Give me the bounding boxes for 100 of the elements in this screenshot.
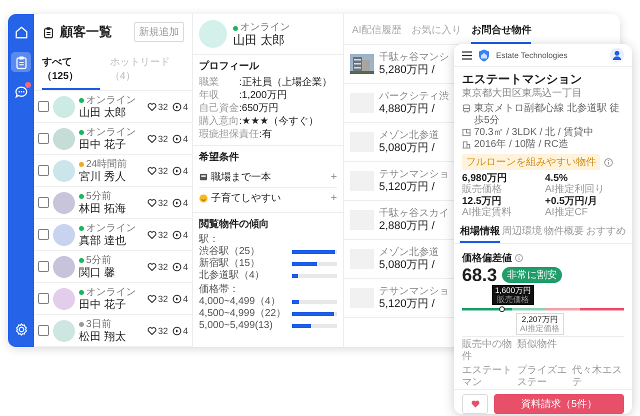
status-text: オンライン [86,94,136,106]
message-count: 4 [182,230,188,240]
info-icon[interactable] [604,158,613,166]
column-header: 類似物件 [517,339,558,352]
add-icon[interactable]: + [330,192,337,204]
message-count: 4 [182,134,188,144]
tab[interactable]: すべて（125） [42,50,100,90]
checkbox[interactable] [38,197,49,208]
table-cell-text: プライズエステー [517,365,568,389]
heart-icon [146,102,157,112]
customer-name: 宮川 秀人 [79,170,128,182]
field-value: :1,200万円 [239,89,287,102]
like-count: 32 [158,166,168,176]
condition-label: 職場まで一本 [211,170,272,184]
like-count: 32 [158,230,168,240]
condition-label: 子育てしやすい [211,192,282,205]
message-count: 4 [182,166,188,176]
customer-row[interactable]: 24時間前 宮川 秀人 32 4 [34,155,192,187]
status-text: オンライン [240,22,290,34]
clipboard-icon [14,54,28,70]
bar-label: 4,000~4,499（4） [199,296,282,308]
heart-icon [146,198,157,208]
chat-icon [14,84,28,100]
customer-row[interactable]: オンライン 真部 達也 32 4 [34,219,192,251]
heart-icon [146,134,157,144]
message-icon [172,102,182,112]
clipboard-icon [42,26,55,38]
stat-label: AI推定賃料 [462,207,512,218]
stat-label: AI推定利回り [545,184,606,195]
brand-name: Estate Technologies [496,50,568,60]
bar-label: 渋谷駅（25） [199,246,262,258]
heart-icon [146,166,157,176]
message-icon [172,166,182,176]
table-cell-text: エステートマン [462,365,513,389]
home-icon [14,24,28,40]
field-label: 年収 [199,89,220,102]
checkbox[interactable] [38,293,49,304]
menu-icon[interactable] [462,50,472,60]
score-label: 価格偏差値 [462,252,512,265]
like-count: 32 [158,134,168,144]
customer-name: 林田 拓海 [79,202,128,214]
tab[interactable]: 相場情報 [460,221,500,243]
field-value: :650万円 [239,102,278,115]
message-count: 4 [182,326,188,336]
property-price: 5,120万円 / [379,180,436,194]
customer-name: 松田 翔太 [79,330,128,342]
heart-icon [470,399,480,409]
like-count: 32 [158,102,168,112]
table-cell-text: 代々木エステ [572,365,623,389]
sidebar-item[interactable] [11,52,31,72]
message-icon [172,294,182,304]
checkbox[interactable] [38,101,49,112]
section-title: プロフィール [199,59,260,73]
message-count: 4 [182,262,188,272]
user-icon[interactable] [610,48,624,62]
favorite-button[interactable] [462,394,488,414]
checkbox[interactable] [38,165,49,176]
property-price: 5,080万円 / [379,142,436,154]
property-name: メゾン北参道 [379,130,439,142]
like-count: 32 [158,294,168,304]
customer-name: 山田 太郎 [79,106,128,118]
checkbox[interactable] [38,261,49,272]
request-button[interactable]: 資料請求（5件） [494,394,624,414]
group-label: 駅： [199,234,220,246]
property-name: 千駄ヶ谷マンシ [379,52,449,64]
message-icon [172,198,182,208]
status-text: オンライン [86,286,136,298]
section-title: 閲覧物件の傾向 [199,218,270,231]
customer-name: 田中 花子 [79,138,128,150]
checkbox[interactable] [38,229,49,240]
customer-name: 山田 太郎 [233,34,286,46]
stat-value: +0.5万円/月 [545,196,599,207]
group-label: 価格帯： [199,284,240,296]
customer-row[interactable]: オンライン 田中 花子 32 4 [34,283,192,315]
customer-row[interactable]: 3日前 松田 翔太 32 4 [34,315,192,347]
add-icon[interactable]: + [330,171,337,183]
field-value: :正社員（上場企業） [239,76,332,89]
customer-name: 真部 達也 [79,234,128,246]
property-name: 千駄ヶ谷スカイ [379,208,449,220]
message-icon [172,262,182,272]
checkbox[interactable] [38,133,49,144]
info-icon[interactable] [515,254,523,262]
estimate-box: 2,207万円 AI推定価格 [516,313,564,335]
property-name: パークシティ渋 [379,90,449,102]
field-label: 購入意向 [199,115,239,128]
status-text: オンライン [86,126,136,138]
customer-row[interactable]: 5分前 関口 馨 32 4 [34,251,192,283]
property-fact: 2016年 / 10階 / RC造 [474,139,568,151]
message-count: 4 [182,294,188,304]
property-price: 5,280万円 / [379,64,436,76]
property-fact: 70.3㎡ / 3LDK / 北 / 賃貸中 [474,127,594,138]
status-text: 3日前 [86,318,112,330]
customer-row[interactable]: 5分前 林田 拓海 32 4 [34,187,192,219]
customer-row[interactable]: オンライン 山田 太郎 32 4 [34,91,192,123]
bar-label: 5,000~5,499(13) [199,320,274,332]
message-count: 4 [182,102,188,112]
checkbox[interactable] [38,325,49,336]
customer-row[interactable]: オンライン 田中 花子 32 4 [34,123,192,155]
like-count: 32 [158,198,168,208]
field-value: :有 [259,128,272,141]
